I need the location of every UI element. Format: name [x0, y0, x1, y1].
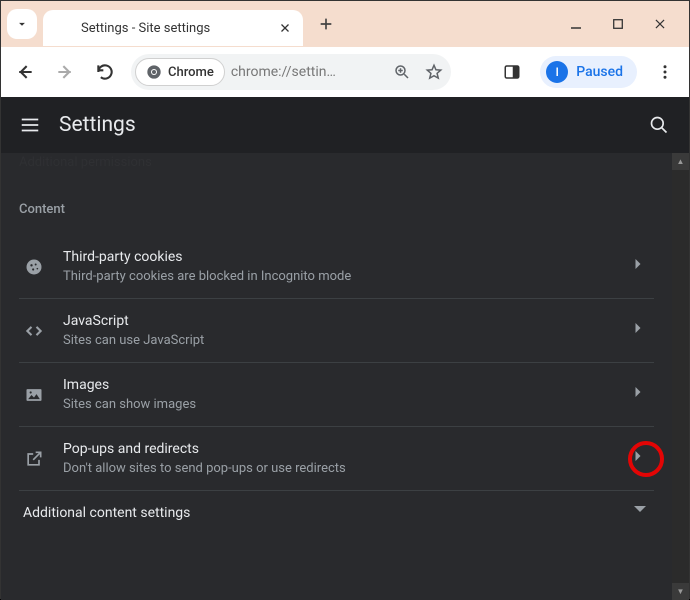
- row-javascript[interactable]: JavaScript Sites can use JavaScript: [19, 299, 654, 363]
- browser-toolbar: Chrome chrome://settin… I Paused: [1, 47, 689, 97]
- active-tab[interactable]: Settings - Site settings: [43, 10, 303, 46]
- row-title: Third-party cookies: [63, 249, 616, 265]
- bookmark-button[interactable]: [421, 59, 447, 85]
- close-icon: [279, 22, 291, 34]
- close-window-button[interactable]: [651, 15, 669, 33]
- tab-close-button[interactable]: [277, 20, 293, 36]
- close-icon: [653, 17, 667, 31]
- avatar-initial: I: [556, 65, 559, 79]
- back-button[interactable]: [11, 58, 39, 86]
- settings-header: Settings: [1, 97, 689, 153]
- section-content-label: Content: [19, 194, 654, 235]
- code-icon: [23, 320, 45, 342]
- window-controls: [567, 15, 683, 33]
- profile-paused-chip[interactable]: I Paused: [540, 56, 637, 88]
- zoom-icon: [393, 63, 411, 81]
- search-icon: [649, 115, 669, 135]
- chevron-right-icon: [634, 259, 650, 275]
- chrome-logo-icon: [146, 64, 162, 80]
- chrome-chip-label: Chrome: [168, 65, 214, 80]
- cookie-icon: [23, 256, 45, 278]
- reload-icon: [95, 62, 115, 82]
- scroll-down-button[interactable]: ▼: [672, 583, 689, 600]
- row-images[interactable]: Images Sites can show images: [19, 363, 654, 427]
- url-text: chrome://settin…: [231, 64, 383, 80]
- tab-search-dropdown[interactable]: [7, 9, 37, 39]
- chevron-right-icon: [634, 451, 650, 467]
- scroll-track[interactable]: [672, 170, 689, 583]
- hamburger-icon: [19, 114, 41, 136]
- tab-title: Settings - Site settings: [81, 21, 267, 36]
- reload-button[interactable]: [91, 58, 119, 86]
- row-subtitle: Sites can use JavaScript: [63, 333, 616, 348]
- chevron-right-icon: [634, 323, 650, 339]
- row-subtitle: Don't allow sites to send pop-ups or use…: [63, 461, 616, 476]
- arrow-right-icon: [55, 62, 75, 82]
- minimize-icon: [569, 17, 583, 31]
- chrome-menu-button[interactable]: [651, 58, 679, 86]
- maximize-icon: [612, 18, 624, 30]
- row-title: JavaScript: [63, 313, 616, 329]
- paused-label: Paused: [576, 64, 623, 80]
- settings-title: Settings: [59, 113, 136, 137]
- row-additional-content-settings[interactable]: Additional content settings: [19, 491, 654, 535]
- new-tab-button[interactable]: [311, 9, 341, 39]
- plus-icon: [318, 16, 334, 32]
- image-icon: [23, 384, 45, 406]
- row-popups-redirects[interactable]: Pop-ups and redirects Don't allow sites …: [19, 427, 654, 491]
- kebab-icon: [656, 63, 674, 81]
- arrow-left-icon: [15, 62, 35, 82]
- forward-button[interactable]: [51, 58, 79, 86]
- side-panel-icon: [503, 63, 521, 81]
- row-title: Pop-ups and redirects: [63, 441, 616, 457]
- launch-icon: [23, 448, 45, 470]
- additional-label: Additional content settings: [23, 505, 634, 521]
- scrolled-off-header: Additional permissions: [19, 153, 654, 194]
- avatar: I: [546, 61, 568, 83]
- side-panel-button[interactable]: [498, 58, 526, 86]
- tab-strip: Settings - Site settings: [1, 1, 689, 47]
- zoom-button[interactable]: [389, 59, 415, 85]
- chevron-down-icon: [15, 17, 29, 31]
- address-bar[interactable]: Chrome chrome://settin…: [131, 54, 451, 90]
- gear-icon: [53, 19, 71, 37]
- chrome-chip[interactable]: Chrome: [135, 58, 225, 86]
- settings-content: Additional permissions Content Third-par…: [1, 153, 672, 600]
- scroll-up-button[interactable]: ▲: [672, 153, 689, 170]
- row-subtitle: Third-party cookies are blocked in Incog…: [63, 269, 616, 284]
- star-icon: [425, 63, 443, 81]
- row-title: Images: [63, 377, 616, 393]
- row-subtitle: Sites can show images: [63, 397, 616, 412]
- row-third-party-cookies[interactable]: Third-party cookies Third-party cookies …: [19, 235, 654, 299]
- settings-search-button[interactable]: [647, 113, 671, 137]
- minimize-button[interactable]: [567, 15, 585, 33]
- settings-menu-button[interactable]: [19, 114, 41, 136]
- scrollbar[interactable]: ▲ ▼: [672, 153, 689, 600]
- chevron-down-icon: [634, 505, 650, 521]
- chevron-right-icon: [634, 387, 650, 403]
- maximize-button[interactable]: [609, 15, 627, 33]
